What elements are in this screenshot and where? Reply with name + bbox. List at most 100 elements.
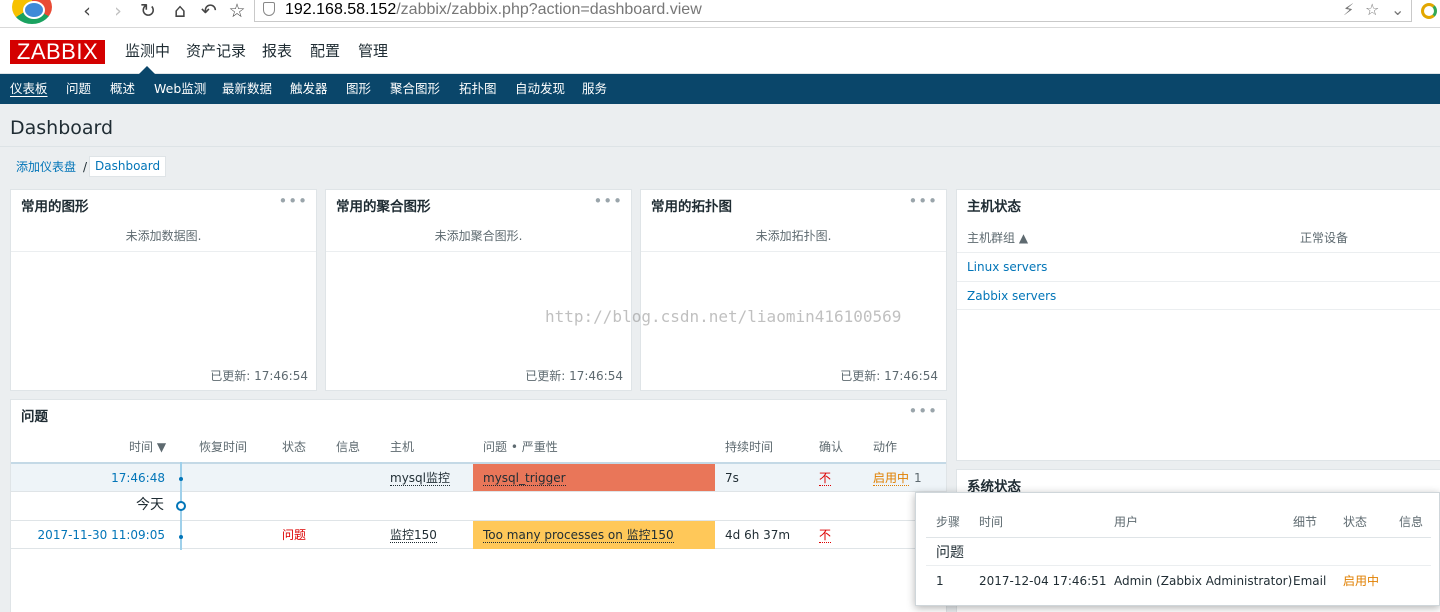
breadcrumb-current[interactable]: Dashboard [89, 156, 167, 177]
subnav-latest-data[interactable]: 最新数据 [222, 74, 272, 104]
severity-average-cell[interactable]: Too many processes on 监控150 [473, 521, 715, 549]
hint-status: 启用中 [1343, 574, 1380, 588]
back-icon[interactable]: ‹ [76, 0, 98, 24]
problem-host[interactable]: 监控150 [390, 527, 437, 543]
divider [926, 537, 1431, 538]
more-options-icon[interactable]: ••• [908, 194, 938, 209]
host-group-link[interactable]: Zabbix servers [967, 288, 1056, 304]
today-label: 今天 [136, 497, 164, 513]
subnav-web[interactable]: Web监测 [154, 74, 206, 104]
lightning-icon[interactable]: ⚡ [1343, 1, 1354, 19]
hint-column-status: 状态 [1343, 515, 1368, 529]
hint-column-step: 步骤 [936, 515, 961, 529]
updated-time: 已更新: 17:46:54 [840, 369, 938, 383]
ack-link[interactable]: 不 [819, 527, 832, 543]
menu-monitoring[interactable]: 监测中 [125, 40, 170, 62]
table-row[interactable]: 17:46:48 mysql监控 mysql_trigger 7s 不 启用中 … [11, 462, 946, 492]
browser-toolbar: ‹ › ↻ ⌂ ↶ ☆ 192.168.58.152/zabbix/zabbix… [0, 0, 1440, 28]
undo-icon[interactable]: ↶ [198, 0, 220, 24]
problem-duration: 4d 6h 37m [725, 528, 791, 542]
column-actions: 动作 [873, 440, 898, 454]
top-header: ZABBIX 监测中 资产记录 报表 配置 管理 [0, 28, 1440, 74]
column-duration: 持续时间 [725, 440, 774, 454]
zabbix-logo[interactable]: ZABBIX [10, 40, 105, 64]
divider [326, 251, 631, 252]
column-status: 状态 [282, 440, 307, 454]
subnav-dashboard[interactable]: 仪表板 [10, 74, 48, 104]
problem-time[interactable]: 2017-11-30 11:09:05 [11, 527, 165, 543]
menu-reports[interactable]: 报表 [262, 40, 292, 62]
home-icon[interactable]: ⌂ [169, 0, 191, 24]
divider [11, 251, 316, 252]
page-title: Dashboard [10, 117, 114, 139]
subnav-problems[interactable]: 问题 [66, 74, 91, 104]
table-row[interactable]: 2017-11-30 11:09:05 问题 监控150 Too many pr… [11, 520, 946, 549]
address-bar[interactable]: 192.168.58.152/zabbix/zabbix.php?action=… [254, 0, 1412, 22]
menu-inventory[interactable]: 资产记录 [186, 40, 246, 62]
column-recovery-time: 恢复时间 [199, 440, 248, 454]
shield-icon [263, 2, 275, 16]
subnav-overview[interactable]: 概述 [110, 74, 135, 104]
column-ack: 确认 [819, 440, 844, 454]
chevron-down-icon[interactable]: ⌄ [1391, 1, 1404, 19]
menu-configuration[interactable]: 配置 [310, 40, 340, 62]
ack-link[interactable]: 不 [819, 470, 832, 486]
column-problem-severity: 问题 • 严重性 [483, 440, 558, 454]
bookmark-star-icon[interactable]: ☆ [226, 0, 248, 24]
subnav-graphs[interactable]: 图形 [346, 74, 371, 104]
hint-details: Email [1293, 574, 1327, 588]
subnav-screens[interactable]: 聚合图形 [390, 74, 440, 104]
column-ok: 正常设备 [1300, 231, 1349, 245]
updated-time: 已更新: 17:46:54 [210, 369, 308, 383]
updated-time: 已更新: 17:46:54 [525, 369, 623, 383]
widget-title: 问题 [21, 409, 48, 425]
widget-title: 主机状态 [967, 199, 1021, 215]
hint-group-label: 问题 [936, 545, 964, 561]
severity-high-cell[interactable]: mysql_trigger [473, 464, 715, 492]
watermark: http://blog.csdn.net/liaomin416100569 [545, 307, 902, 326]
forward-icon[interactable]: › [107, 0, 129, 24]
subnav-services[interactable]: 服务 [582, 74, 607, 104]
more-options-icon[interactable]: ••• [593, 194, 623, 209]
column-time[interactable]: 时间 ▼ [129, 439, 166, 455]
widget-problems: 问题 ••• 时间 ▼ 恢复时间 状态 信息 主机 问题 • 严重性 持续时间 … [10, 399, 947, 612]
active-menu-indicator [139, 66, 155, 74]
column-info: 信息 [336, 440, 361, 454]
more-options-icon[interactable]: ••• [278, 194, 308, 209]
menu-administration[interactable]: 管理 [358, 40, 388, 62]
more-options-icon[interactable]: ••• [908, 404, 938, 419]
column-host: 主机 [390, 440, 415, 454]
favorite-star-icon[interactable]: ☆ [1365, 1, 1379, 19]
timeline-separator: 今天 [11, 491, 946, 520]
problem-host[interactable]: mysql监控 [390, 470, 450, 486]
extension-icon[interactable] [1421, 3, 1437, 19]
timeline-dot-icon [179, 535, 183, 539]
hint-user: Admin (Zabbix Administrator) [1114, 574, 1293, 588]
subnav-maps[interactable]: 拓扑图 [459, 74, 497, 104]
problem-time[interactable]: 17:46:48 [11, 470, 165, 486]
widget-favourite-maps: 常用的拓扑图 ••• 未添加拓扑图. 已更新: 17:46:54 [640, 189, 947, 391]
url-text: 192.168.58.152/zabbix/zabbix.php?action=… [285, 1, 702, 18]
widget-host-status: 主机状态 主机群组 ▲ 正常设备 Linux servers Zabbix se… [956, 189, 1440, 461]
breadcrumb-add-dashboard[interactable]: 添加仪表盘 [16, 159, 76, 175]
column-host-group[interactable]: 主机群组 ▲ [967, 230, 1028, 246]
empty-message: 未添加拓扑图. [755, 229, 832, 243]
hint-step: 1 [936, 574, 944, 588]
divider [641, 251, 946, 252]
host-group-link[interactable]: Linux servers [967, 259, 1047, 275]
timeline-today-icon [176, 501, 186, 511]
widget-title: 常用的聚合图形 [336, 199, 431, 215]
hint-column-details: 细节 [1293, 515, 1318, 529]
divider [926, 565, 1431, 566]
subnav-discovery[interactable]: 自动发现 [515, 74, 565, 104]
hint-column-info: 信息 [1399, 515, 1424, 529]
reload-icon[interactable]: ↻ [137, 0, 159, 24]
breadcrumb-separator: / [83, 160, 88, 174]
browser-logo-icon [12, 0, 52, 24]
problem-name[interactable]: Too many processes on 监控150 [483, 528, 674, 543]
subnav-triggers[interactable]: 触发器 [290, 74, 328, 104]
action-status[interactable]: 启用中 [873, 470, 910, 486]
widget-title: 常用的拓扑图 [651, 199, 732, 215]
hint-column-time: 时间 [979, 515, 1004, 529]
problem-name[interactable]: mysql_trigger [483, 471, 566, 486]
